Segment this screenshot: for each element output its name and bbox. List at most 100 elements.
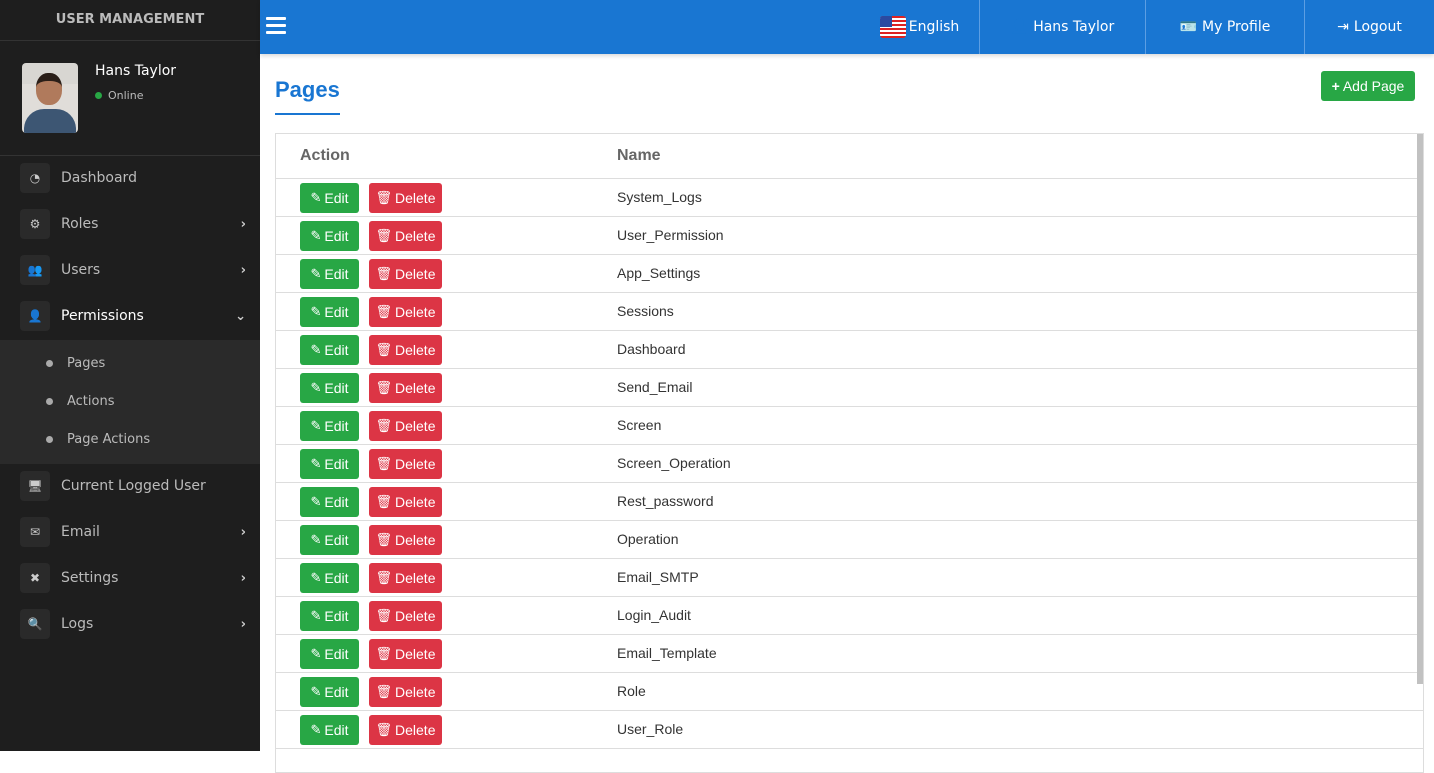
delete-label: Delete xyxy=(395,570,436,586)
sidebar-item-dashboard[interactable]: ◔ Dashboard xyxy=(0,158,260,198)
delete-button[interactable]: 🗑 Delete xyxy=(369,601,442,631)
delete-button[interactable]: 🗑 Delete xyxy=(369,563,442,593)
trash-icon: 🗑 xyxy=(375,532,393,547)
edit-button[interactable]: ✎ Edit xyxy=(300,563,359,593)
edit-button[interactable]: ✎ Edit xyxy=(300,221,359,251)
table-row: ✎ Edit 🗑 Delete Screen_Operation xyxy=(276,445,1423,483)
dashboard-icon: ◔ xyxy=(20,163,50,193)
pencil-icon: ✎ xyxy=(310,342,322,357)
edit-button[interactable]: ✎ Edit xyxy=(300,677,359,707)
page-name: User_Permission xyxy=(617,227,724,243)
edit-button[interactable]: ✎ Edit xyxy=(300,373,359,403)
page-name: User_Role xyxy=(617,721,684,737)
delete-button[interactable]: 🗑 Delete xyxy=(369,639,442,669)
submenu-item-pages[interactable]: Pages xyxy=(0,348,260,378)
logout-button[interactable]: ⇥ Logout xyxy=(1304,0,1434,54)
chevron-right-icon: › xyxy=(240,570,246,586)
edit-label: Edit xyxy=(324,266,349,282)
delete-button[interactable]: 🗑 Delete xyxy=(369,221,442,251)
sidebar-item-label: Current Logged User xyxy=(61,478,206,494)
page-name: Operation xyxy=(617,531,679,547)
sidebar-item-logs[interactable]: 🔍 Logs › xyxy=(0,604,260,644)
sidebar-item-permissions[interactable]: 👤 Permissions ⌄ xyxy=(0,296,260,336)
bullet-icon xyxy=(46,359,53,367)
table-row: ✎ Edit 🗑 Delete Email_SMTP xyxy=(276,559,1423,597)
table-row: ✎ Edit 🗑 Delete Role xyxy=(276,673,1423,711)
edit-button[interactable]: ✎ Edit xyxy=(300,411,359,441)
submenu-item-actions[interactable]: Actions xyxy=(0,386,260,416)
delete-button[interactable]: 🗑 Delete xyxy=(369,715,442,745)
sidebar-item-label: Logs xyxy=(61,616,94,632)
delete-button[interactable]: 🗑 Delete xyxy=(369,183,442,213)
hamburger-menu-icon[interactable] xyxy=(266,17,286,35)
users-icon: 👥 xyxy=(20,255,50,285)
page-name: Sessions xyxy=(617,303,674,319)
edit-button[interactable]: ✎ Edit xyxy=(300,715,359,745)
delete-button[interactable]: 🗑 Delete xyxy=(369,297,442,327)
table-row: ✎ Edit 🗑 Delete Screen xyxy=(276,407,1423,445)
edit-label: Edit xyxy=(324,722,349,738)
page-name: Send_Email xyxy=(617,379,693,395)
chevron-down-icon: ⌄ xyxy=(235,308,246,324)
edit-button[interactable]: ✎ Edit xyxy=(300,525,359,555)
delete-button[interactable]: 🗑 Delete xyxy=(369,259,442,289)
sidebar-item-roles[interactable]: ⚙ Roles › xyxy=(0,204,260,244)
scrollbar[interactable] xyxy=(1417,134,1423,684)
sidebar-item-label: Users xyxy=(61,262,101,278)
plus-icon: + xyxy=(1331,78,1340,94)
sidebar-item-email[interactable]: ✉ Email › xyxy=(0,512,260,552)
table-header: Action Name xyxy=(276,134,1423,179)
delete-label: Delete xyxy=(395,456,436,472)
pencil-icon: ✎ xyxy=(310,608,322,623)
table-row: ✎ Edit 🗑 Delete Rest_password xyxy=(276,483,1423,521)
sidebar-item-users[interactable]: 👥 Users › xyxy=(0,250,260,290)
id-card-icon: 🪪 xyxy=(1179,19,1198,35)
pencil-icon: ✎ xyxy=(310,570,322,585)
edit-label: Edit xyxy=(324,608,349,624)
delete-button[interactable]: 🗑 Delete xyxy=(369,449,442,479)
delete-button[interactable]: 🗑 Delete xyxy=(369,411,442,441)
pencil-icon: ✎ xyxy=(310,722,322,737)
edit-label: Edit xyxy=(324,494,349,510)
page-name: Screen_Operation xyxy=(617,455,731,471)
header-name: Name xyxy=(617,147,661,164)
delete-button[interactable]: 🗑 Delete xyxy=(369,335,442,365)
trash-icon: 🗑 xyxy=(375,228,393,243)
sidebar-item-settings[interactable]: ✖ Settings › xyxy=(0,558,260,598)
page-name: Email_Template xyxy=(617,645,717,661)
edit-button[interactable]: ✎ Edit xyxy=(300,601,359,631)
trash-icon: 🗑 xyxy=(375,570,393,585)
table-row: ✎ Edit 🗑 Delete Dashboard xyxy=(276,331,1423,369)
edit-label: Edit xyxy=(324,380,349,396)
sidebar-item-current-logged-user[interactable]: 🖥 Current Logged User xyxy=(0,466,260,506)
my-profile-link[interactable]: 🪪 My Profile xyxy=(1145,0,1304,54)
delete-label: Delete xyxy=(395,684,436,700)
delete-button[interactable]: 🗑 Delete xyxy=(369,487,442,517)
submenu-label: Page Actions xyxy=(67,431,151,447)
edit-label: Edit xyxy=(324,190,349,206)
edit-button[interactable]: ✎ Edit xyxy=(300,449,359,479)
roles-icon: ⚙ xyxy=(20,209,50,239)
delete-button[interactable]: 🗑 Delete xyxy=(369,525,442,555)
submenu-item-page-actions[interactable]: Page Actions xyxy=(0,424,260,454)
edit-button[interactable]: ✎ Edit xyxy=(300,297,359,327)
trash-icon: 🗑 xyxy=(375,380,393,395)
pencil-icon: ✎ xyxy=(310,190,322,205)
top-navbar: English 👤 Hans Taylor 🪪 My Profile ⇥ Logout xyxy=(260,0,1434,54)
edit-button[interactable]: ✎ Edit xyxy=(300,487,359,517)
add-page-button[interactable]: + Add Page xyxy=(1321,71,1415,101)
us-flag-icon xyxy=(879,16,906,38)
table-row: ✎ Edit 🗑 Delete User_Permission xyxy=(276,217,1423,255)
user-menu[interactable]: 👤 Hans Taylor xyxy=(979,0,1145,54)
envelope-icon: ✉ xyxy=(20,517,50,547)
trash-icon: 🗑 xyxy=(375,190,393,205)
page-name: Screen xyxy=(617,417,662,433)
edit-button[interactable]: ✎ Edit xyxy=(300,639,359,669)
delete-button[interactable]: 🗑 Delete xyxy=(369,373,442,403)
edit-button[interactable]: ✎ Edit xyxy=(300,259,359,289)
edit-button[interactable]: ✎ Edit xyxy=(300,183,359,213)
delete-button[interactable]: 🗑 Delete xyxy=(369,677,442,707)
language-selector[interactable]: English xyxy=(860,0,979,54)
delete-label: Delete xyxy=(395,380,436,396)
edit-button[interactable]: ✎ Edit xyxy=(300,335,359,365)
